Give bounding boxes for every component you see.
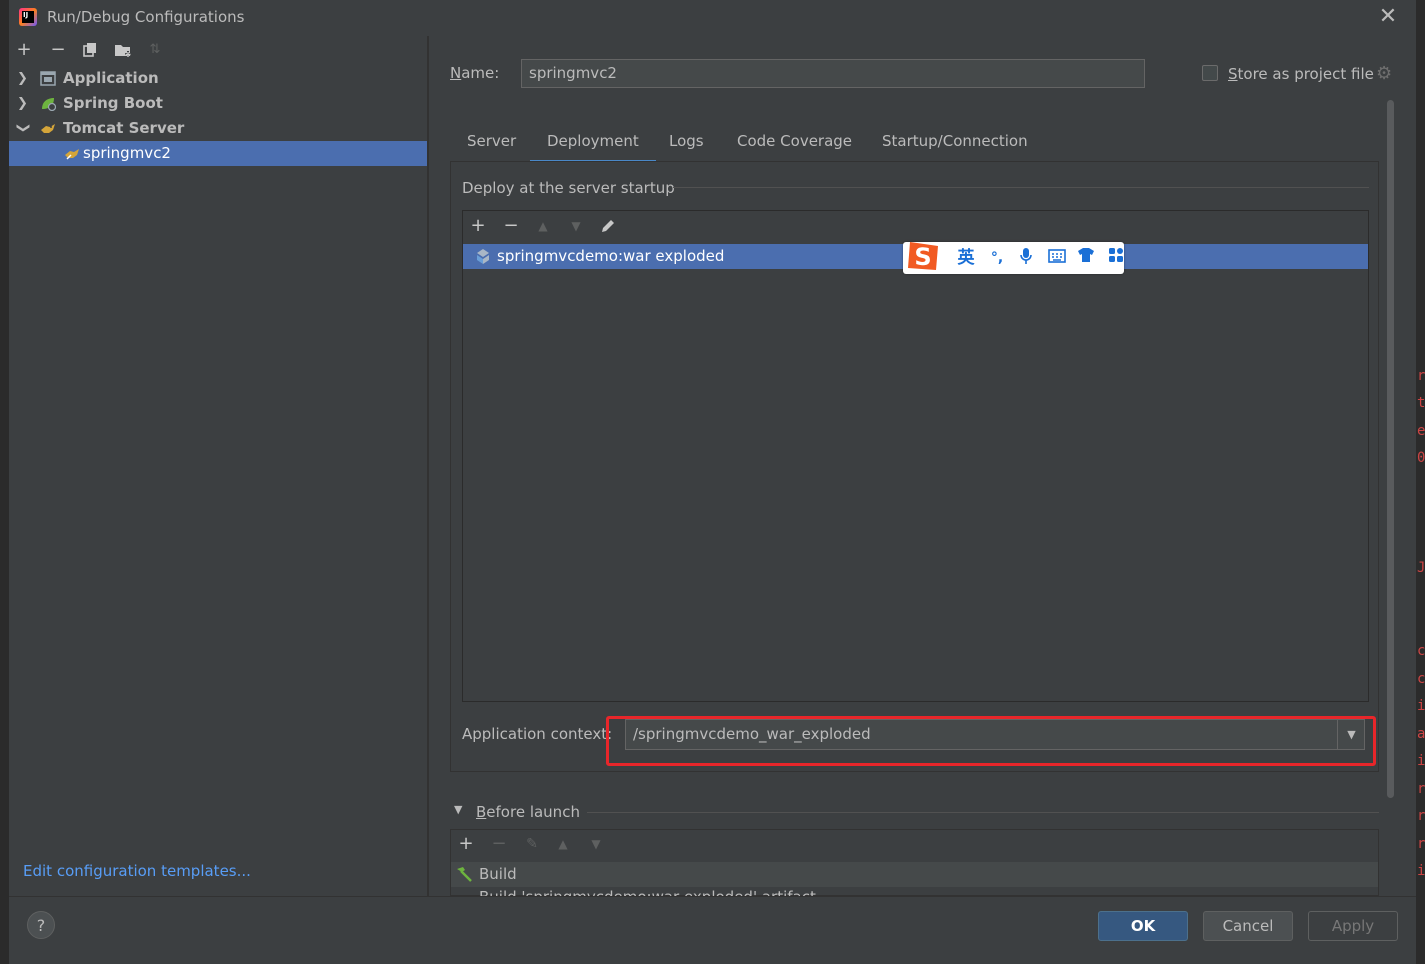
ime-punctuation[interactable]: °, (985, 247, 1009, 269)
tree-item-label: Application (63, 69, 159, 87)
section-divider (673, 187, 1369, 188)
tomcat-config-icon (65, 149, 79, 160)
collapse-arrow-icon[interactable]: ▼ (454, 803, 462, 816)
spring-boot-icon (42, 98, 56, 111)
name-label-text: ame: (461, 64, 500, 82)
tree-item-label: Spring Boot (63, 94, 163, 112)
store-mnemonic: S (1228, 65, 1238, 83)
config-toolbar: + − ⇅ (9, 38, 427, 64)
gear-icon[interactable]: ⚙ (1376, 63, 1392, 84)
ime-mode[interactable]: 英 (954, 247, 978, 269)
chevron-right-icon: ❯ (17, 96, 28, 111)
ime-toolbar[interactable]: S 英 °, (903, 242, 1124, 274)
pencil-icon[interactable]: ✎ (521, 832, 543, 856)
name-label: Name: (450, 64, 499, 82)
store-project-file-checkbox[interactable] (1202, 65, 1218, 81)
name-mnemonic: N (450, 64, 462, 82)
ide-background-left (0, 0, 9, 964)
tab-deployment[interactable]: Deployment (530, 124, 656, 163)
dialog-title: Run/Debug Configurations (47, 8, 245, 26)
cancel-button[interactable]: Cancel (1203, 911, 1293, 941)
ide-background-right: r t e 0 J c c i a i r r r i (1416, 0, 1425, 964)
svg-text:S: S (914, 243, 931, 271)
tab-logs[interactable]: Logs (669, 124, 704, 160)
remove-artifact-button[interactable]: − (500, 214, 522, 238)
sogou-logo-icon: S (908, 242, 938, 271)
scrollbar[interactable] (1387, 100, 1394, 798)
application-context-label: Application context: (462, 725, 613, 743)
artifact-label: springmvcdemo:war exploded (497, 247, 725, 265)
add-artifact-button[interactable]: + (467, 214, 489, 238)
hammer-icon (457, 867, 472, 882)
add-task-button[interactable]: + (455, 832, 477, 856)
tomcat-icon (41, 124, 55, 133)
close-icon[interactable]: ✕ (1377, 6, 1399, 28)
name-input[interactable]: springmvc2 (521, 59, 1145, 88)
store-project-file-label[interactable]: Store as project file (1228, 65, 1374, 83)
title-bar: IJ Run/Debug Configurations ✕ (9, 0, 1416, 36)
before-launch-title[interactable]: Before launch (476, 803, 580, 821)
edit-templates-link[interactable]: Edit configuration templates... (23, 862, 251, 880)
move-up-icon[interactable]: ▲ (532, 214, 554, 238)
move-down-icon[interactable]: ▼ (585, 832, 607, 856)
edit-artifact-button[interactable] (597, 214, 619, 238)
tab-code-coverage[interactable]: Code Coverage (737, 124, 852, 160)
help-button[interactable]: ? (27, 911, 55, 939)
before-launch-item[interactable]: Build (451, 862, 1378, 887)
chevron-down-icon: ❯ (15, 122, 31, 134)
add-config-button[interactable]: + (13, 38, 35, 62)
copy-config-button[interactable] (79, 38, 101, 62)
artifact-list (462, 210, 1369, 702)
deploy-section-title: Deploy at the server startup (462, 179, 675, 197)
application-icon (40, 71, 56, 86)
chevron-right-icon: ❯ (17, 71, 28, 86)
tree-item-springmvc2[interactable]: springmvc2 (9, 141, 427, 166)
tree-item-tomcat-server[interactable]: ❯ Tomcat Server (9, 116, 427, 141)
store-label-text: tore as project file (1237, 65, 1374, 83)
ok-button[interactable]: OK (1098, 911, 1188, 941)
tree-item-label: springmvc2 (83, 144, 171, 162)
new-folder-button[interactable] (112, 38, 134, 62)
panel-divider (427, 36, 429, 896)
before-launch-label: Build (479, 865, 517, 883)
copy-icon (83, 43, 96, 57)
microphone-icon[interactable] (1014, 247, 1038, 269)
tab-server[interactable]: Server (467, 124, 516, 160)
keyboard-icon[interactable] (1045, 247, 1069, 269)
annotation-highlight-box (606, 716, 1376, 766)
new-folder-icon (115, 45, 131, 57)
before-launch-text: efore launch (486, 803, 580, 821)
remove-config-button[interactable]: − (47, 38, 69, 62)
run-debug-dialog: IJ Run/Debug Configurations ✕ + − ⇅ ❯ Ap… (9, 0, 1416, 964)
pencil-icon (602, 220, 614, 232)
before-launch-mnemonic: B (476, 803, 487, 821)
intellij-app-icon: IJ (19, 8, 37, 26)
artifact-icon (477, 249, 489, 264)
toolbox-icon[interactable] (1104, 247, 1128, 269)
skin-shirt-icon[interactable] (1074, 247, 1098, 269)
remove-task-button[interactable]: − (488, 832, 510, 856)
move-down-icon[interactable]: ▼ (565, 214, 587, 238)
move-up-icon[interactable]: ▲ (552, 832, 574, 856)
tree-item-label: Tomcat Server (63, 119, 185, 137)
tab-startup-connection[interactable]: Startup/Connection (882, 124, 1028, 160)
section-divider (587, 812, 1379, 813)
tree-item-application[interactable]: ❯ Application (9, 66, 427, 91)
apply-button[interactable]: Apply (1308, 911, 1398, 941)
sort-icon[interactable]: ⇅ (144, 38, 166, 62)
tree-item-spring-boot[interactable]: ❯ Spring Boot (9, 91, 427, 116)
